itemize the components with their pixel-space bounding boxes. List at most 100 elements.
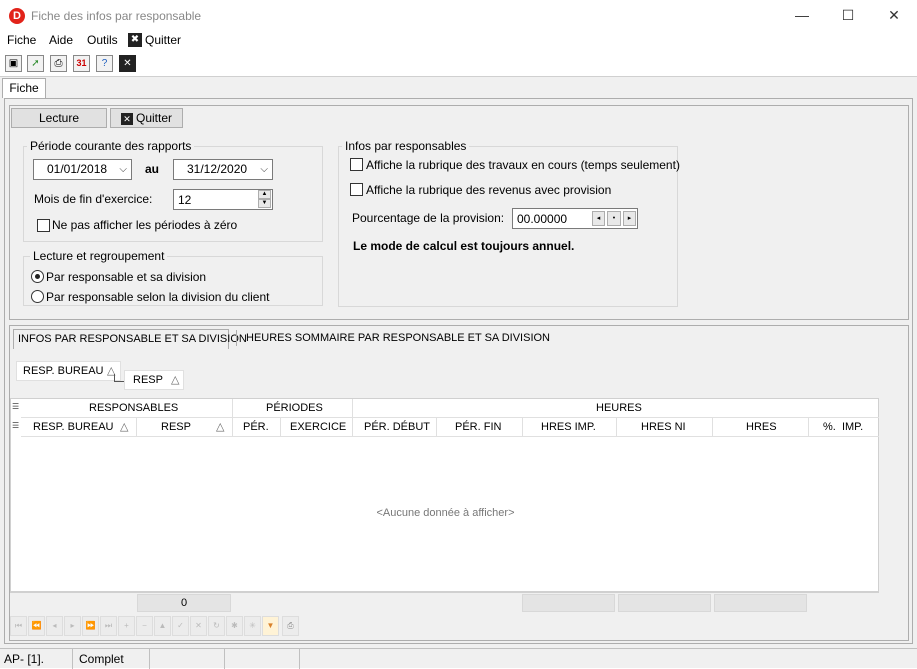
tab-fiche[interactable]: Fiche [2,78,46,98]
nav-first-icon[interactable]: ⏮ [10,616,27,636]
nav-prev-icon[interactable]: ◂ [46,616,63,636]
lecture-group-title: Lecture et regroupement [30,249,168,263]
quitter-button[interactable]: ✕ Quitter [110,108,183,128]
zero-label: Ne pas afficher les périodes à zéro [52,218,238,232]
print-icon[interactable]: ⎙ [282,616,299,636]
nav-add-icon[interactable]: + [118,616,135,636]
close-icon[interactable]: ✕ [119,55,136,72]
sort-icon: △ [171,374,180,386]
status-empty-1 [152,649,225,669]
spin-left-icon[interactable]: ◂ [592,211,605,226]
col-hres-imp[interactable]: HRES IMP. [541,421,596,433]
footer-sum-hres-imp [522,594,615,612]
quit-icon[interactable]: ✖ [128,33,142,47]
band-responsables: RESPONSABLES [89,402,179,414]
radio-option1-label: Par responsable et sa division [46,270,207,284]
status-ap: AP- [1]. [0,649,73,669]
print-icon[interactable]: ⎙ [50,55,67,72]
nav-prev-page-icon[interactable]: ⏪ [28,616,45,636]
spin-down-icon[interactable]: ▼ [258,199,271,208]
chevron-down-icon: ⌵ [260,164,268,175]
lecture-button[interactable]: Lecture [11,108,107,128]
revenus-checkbox[interactable] [350,183,363,196]
col-per-debut[interactable]: PÉR. DÉBUT [364,421,430,433]
col-resp-bureau[interactable]: RESP. BUREAU [33,421,114,433]
nav-last-icon[interactable]: ⏭ [100,616,117,636]
col-hres[interactable]: HRES [746,421,777,433]
periode-group-title: Période courante des rapports [27,139,195,153]
nav-refresh-icon[interactable]: ↻ [208,616,225,636]
footer-count: 0 [137,594,231,612]
minimize-button[interactable]: — [779,0,825,31]
menu-fiche[interactable]: Fiche [7,33,36,47]
groupby-resp-bureau[interactable]: RESP. BUREAU △ [16,361,121,381]
menu-outils[interactable]: Outils [87,33,118,47]
nav-edit-icon[interactable]: ▲ [154,616,171,636]
band-indicator-icon[interactable]: ☰ [12,402,19,411]
travaux-label: Affiche la rubrique des travaux en cours… [366,158,680,172]
spin-right-icon[interactable]: ▸ [623,211,636,226]
col-divider [280,418,281,436]
groupby-resp[interactable]: RESP △ [124,370,184,390]
data-grid: ☰ ☰ RESPONSABLES PÉRIODES HEURES RESP. B… [10,398,879,592]
header-separator [21,436,879,437]
pct-input[interactable]: 00.00000 ◂ • ▸ [512,208,638,229]
col-divider [522,418,523,436]
maximize-button[interactable]: ☐ [825,0,871,31]
help-icon[interactable]: ? [96,55,113,72]
radio-option2-label: Par responsable selon la division du cli… [46,290,270,304]
menu-bar: Fiche Aide Outils ✖ Quitter [0,31,917,51]
travaux-checkbox[interactable] [350,158,363,171]
filter-icon[interactable]: ▼ [262,616,279,636]
nav-bookmark-icon[interactable]: ✱ [226,616,243,636]
col-per-fin[interactable]: PÉR. FIN [455,421,501,433]
revenus-label: Affiche la rubrique des revenus avec pro… [366,183,612,197]
col-resp[interactable]: RESP [161,421,191,433]
nav-goto-bookmark-icon[interactable]: ✳ [244,616,261,636]
app-logo-icon: D [9,8,25,24]
groupby-resp-label: RESP [133,374,163,386]
menu-aide[interactable]: Aide [49,33,73,47]
band-divider [232,399,233,436]
nav-cancel-icon[interactable]: ✕ [190,616,207,636]
fit-window-icon[interactable]: ▣ [5,55,22,72]
spin-up-icon[interactable]: ▲ [258,190,271,199]
grid-tab-heures[interactable]: HEURES SOMMAIRE PAR RESPONSABLE ET SA DI… [246,332,550,344]
radio-option2[interactable] [31,290,44,303]
date-from-combo[interactable]: 01/01/2018 ⌵ [33,159,132,180]
title-bar: D Fiche des infos par responsable — ☐ ✕ [0,0,917,31]
nav-next-icon[interactable]: ▸ [64,616,81,636]
chevron-down-icon: ⌵ [119,164,127,175]
nav-delete-icon[interactable]: − [136,616,153,636]
col-hres-ni[interactable]: HRES NI [641,421,686,433]
nav-post-icon[interactable]: ✓ [172,616,189,636]
infos-group-title: Infos par responsables [342,139,470,153]
toolbar: ▣ ➚ ⎙ 31 ? ✕ [0,52,917,76]
radio-option1[interactable] [31,270,44,283]
zero-checkbox[interactable] [37,219,50,232]
col-per[interactable]: PÉR. [243,421,269,433]
band-heures: HEURES [596,402,642,414]
col-divider [436,418,437,436]
menu-quitter[interactable]: Quitter [145,33,181,47]
close-icon: ✕ [120,112,133,125]
grid-tab-infos[interactable]: INFOS PAR RESPONSABLE ET SA DIVISION [13,329,247,349]
nav-next-page-icon[interactable]: ⏩ [82,616,99,636]
col-pct-imp[interactable]: %. IMP. [823,421,863,433]
au-label: au [145,162,160,176]
column-indicator-icon[interactable]: ☰ [12,421,19,430]
mois-input[interactable]: 12 ▲ ▼ [173,189,273,210]
tab-divider [236,330,237,346]
pct-value: 00.00000 [517,212,568,226]
col-exercice[interactable]: EXERCICE [290,421,346,433]
export-icon[interactable]: ➚ [27,55,44,72]
close-window-button[interactable]: ✕ [871,0,917,31]
col-divider [712,418,713,436]
calendar-icon[interactable]: 31 [73,55,90,72]
date-to-combo[interactable]: 31/12/2020 ⌵ [173,159,273,180]
footer-sum-hres-ni [618,594,711,612]
status-bar: AP- [1]. Complet [0,648,917,669]
status-empty-2 [227,649,300,669]
spin-center-icon[interactable]: • [607,211,621,226]
mois-label: Mois de fin d'exercice: [34,192,153,206]
